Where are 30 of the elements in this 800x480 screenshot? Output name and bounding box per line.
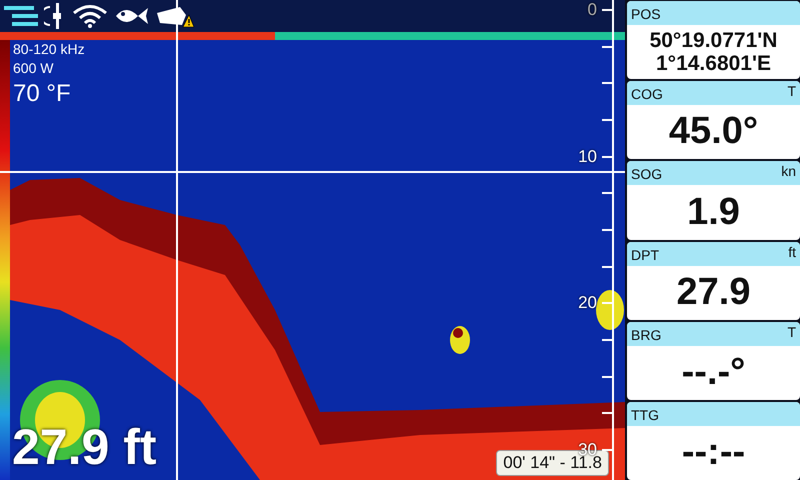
data-panel[interactable]: SOG kn 1.9 (627, 161, 800, 240)
power-label: 600 W (13, 61, 54, 75)
panel-value: 27.9 (676, 272, 750, 314)
water-temperature: 70 °F (13, 82, 71, 106)
depth-scale-label: 20 (578, 294, 597, 312)
panel-label: DPT (631, 246, 659, 263)
panel-label: BRG (631, 326, 662, 343)
panel-value: 45.0° (668, 111, 758, 154)
frequency-label: 80-120 kHz (13, 42, 85, 56)
data-panel[interactable]: POS 50°19.0771'N 1°14.6801'E (627, 1, 800, 80)
panel-label: COG (631, 85, 663, 102)
panel-value: --.-° (682, 352, 746, 394)
panel-unit: ft (788, 242, 796, 260)
data-panel[interactable]: DPT ft 27.9 (627, 242, 800, 320)
data-panel[interactable]: COG T 45.0° (627, 81, 800, 160)
data-panel[interactable]: TTG --:-- (627, 402, 800, 480)
panel-value: 1.9 (687, 192, 740, 234)
depth-scale-label: 0 (588, 1, 597, 18)
panel-value: 50°19.0771'N (650, 28, 778, 52)
panel-unit: T (787, 322, 796, 340)
panel-unit: T (787, 82, 796, 100)
panel-label: TTG (631, 406, 659, 423)
depth-scale-label: 10 (578, 148, 597, 165)
depth-reading: 27.9 ft (12, 422, 157, 472)
panel-label: SOG (631, 165, 662, 182)
panel-label: POS (631, 5, 661, 22)
panel-value: --:-- (682, 432, 746, 474)
data-panel[interactable]: BRG T --.-° (627, 322, 800, 400)
panel-value: 1°14.6801'E (656, 52, 771, 76)
panel-unit: kn (781, 162, 796, 180)
